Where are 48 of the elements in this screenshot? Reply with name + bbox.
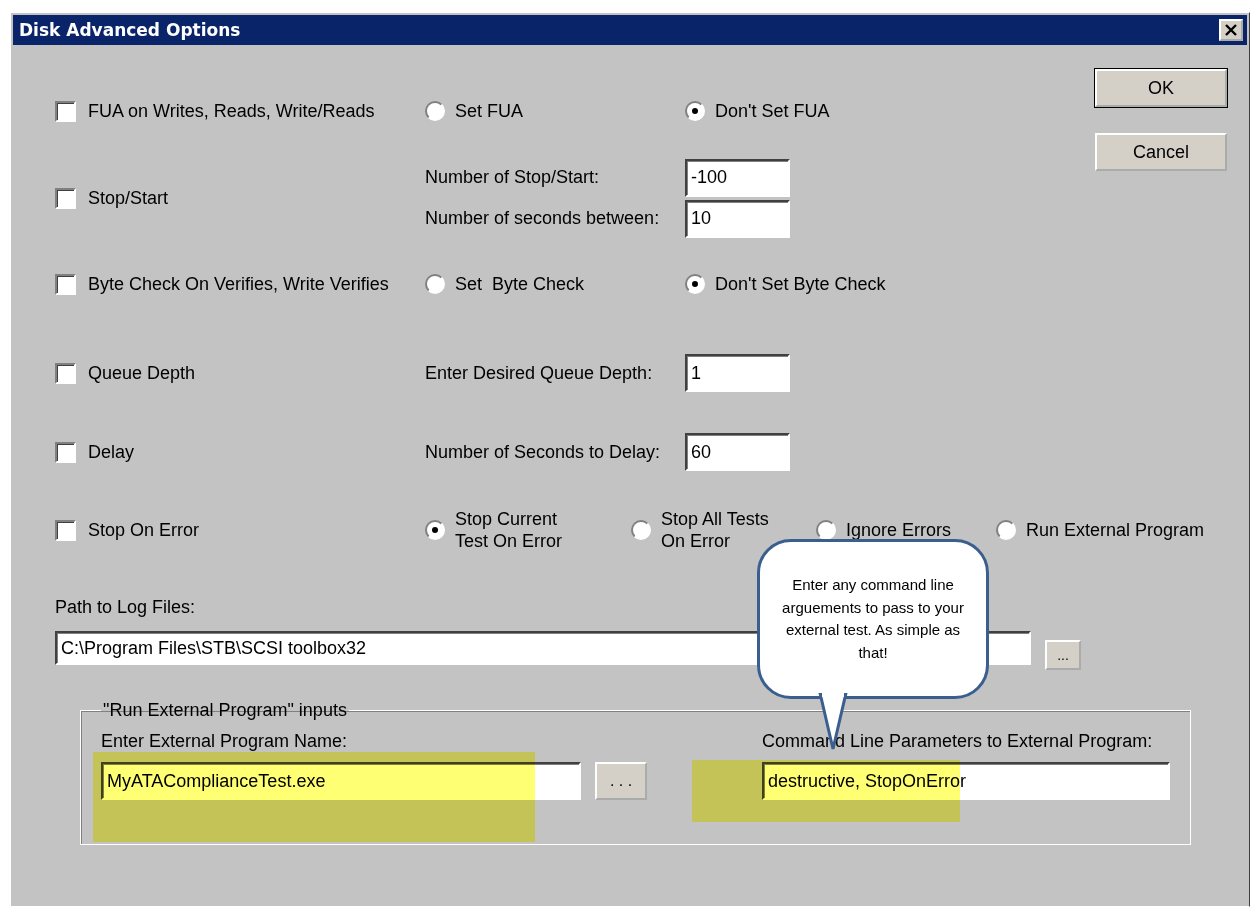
field-label: Enter Desired Queue Depth: — [425, 362, 654, 384]
input-field[interactable]: -100 — [685, 158, 790, 197]
checkbox-label: Stop/Start — [88, 187, 169, 209]
radio-label: Stop Current Test On Error — [455, 507, 563, 553]
input-field[interactable]: 60 — [685, 433, 790, 471]
browse-button[interactable]: . . . — [595, 762, 647, 800]
checkbox[interactable] — [55, 100, 76, 122]
cancel-button[interactable]: Cancel — [1095, 133, 1227, 171]
radio-label: Don't Set FUA — [715, 99, 830, 123]
radio-button[interactable] — [425, 274, 445, 294]
input-field[interactable]: 1 — [685, 354, 790, 392]
radio-label: Set Byte Check — [455, 272, 585, 296]
program-input-field[interactable]: MyATAComplianceTest.exe — [101, 762, 581, 800]
radio-button[interactable] — [996, 520, 1016, 540]
field-label: Number of seconds between: — [425, 208, 661, 229]
field-label: Number of Seconds to Delay: — [425, 441, 662, 463]
radio-button[interactable] — [816, 520, 836, 540]
checkbox[interactable] — [55, 519, 76, 541]
parameters-input-field[interactable]: destructive, StopOnError — [762, 762, 1170, 800]
radio-button[interactable] — [631, 520, 651, 540]
close-icon — [1224, 24, 1238, 36]
window-title: Disk Advanced Options — [19, 20, 241, 40]
field-label: Path to Log Files: — [55, 597, 196, 618]
field-label: Enter External Program Name: — [101, 731, 349, 752]
radio-label: Ignore Errors — [846, 518, 952, 542]
close-button[interactable] — [1219, 19, 1243, 41]
checkbox[interactable] — [55, 441, 76, 463]
browse-button[interactable]: ... — [1045, 640, 1081, 670]
radio-label: Run External Program — [1026, 518, 1205, 542]
checkbox-label: Delay — [88, 441, 135, 463]
checkbox-label: FUA on Writes, Reads, Write/Reads — [88, 100, 375, 122]
radio-label: Don't Set Byte Check — [715, 272, 886, 296]
field-label: Number of Stop/Start: — [425, 167, 601, 188]
radio-label: Stop All Tests On Error — [661, 507, 769, 553]
radio-button[interactable] — [685, 274, 705, 294]
checkbox-label: Stop On Error — [88, 519, 200, 541]
radio-button[interactable] — [685, 101, 705, 121]
checkbox[interactable] — [55, 187, 76, 209]
checkbox-label: Byte Check On Verifies, Write Verifies — [88, 273, 389, 295]
radio-button[interactable] — [425, 101, 445, 121]
checkbox-label: Queue Depth — [88, 362, 196, 384]
checkbox[interactable] — [55, 362, 76, 384]
radio-button[interactable] — [425, 520, 445, 540]
ok-button[interactable]: OK — [1095, 69, 1227, 107]
checkbox[interactable] — [55, 273, 76, 295]
group-title: "Run External Program" inputs — [102, 700, 348, 721]
radio-label: Set FUA — [455, 99, 524, 123]
input-field[interactable]: 10 — [685, 199, 790, 238]
